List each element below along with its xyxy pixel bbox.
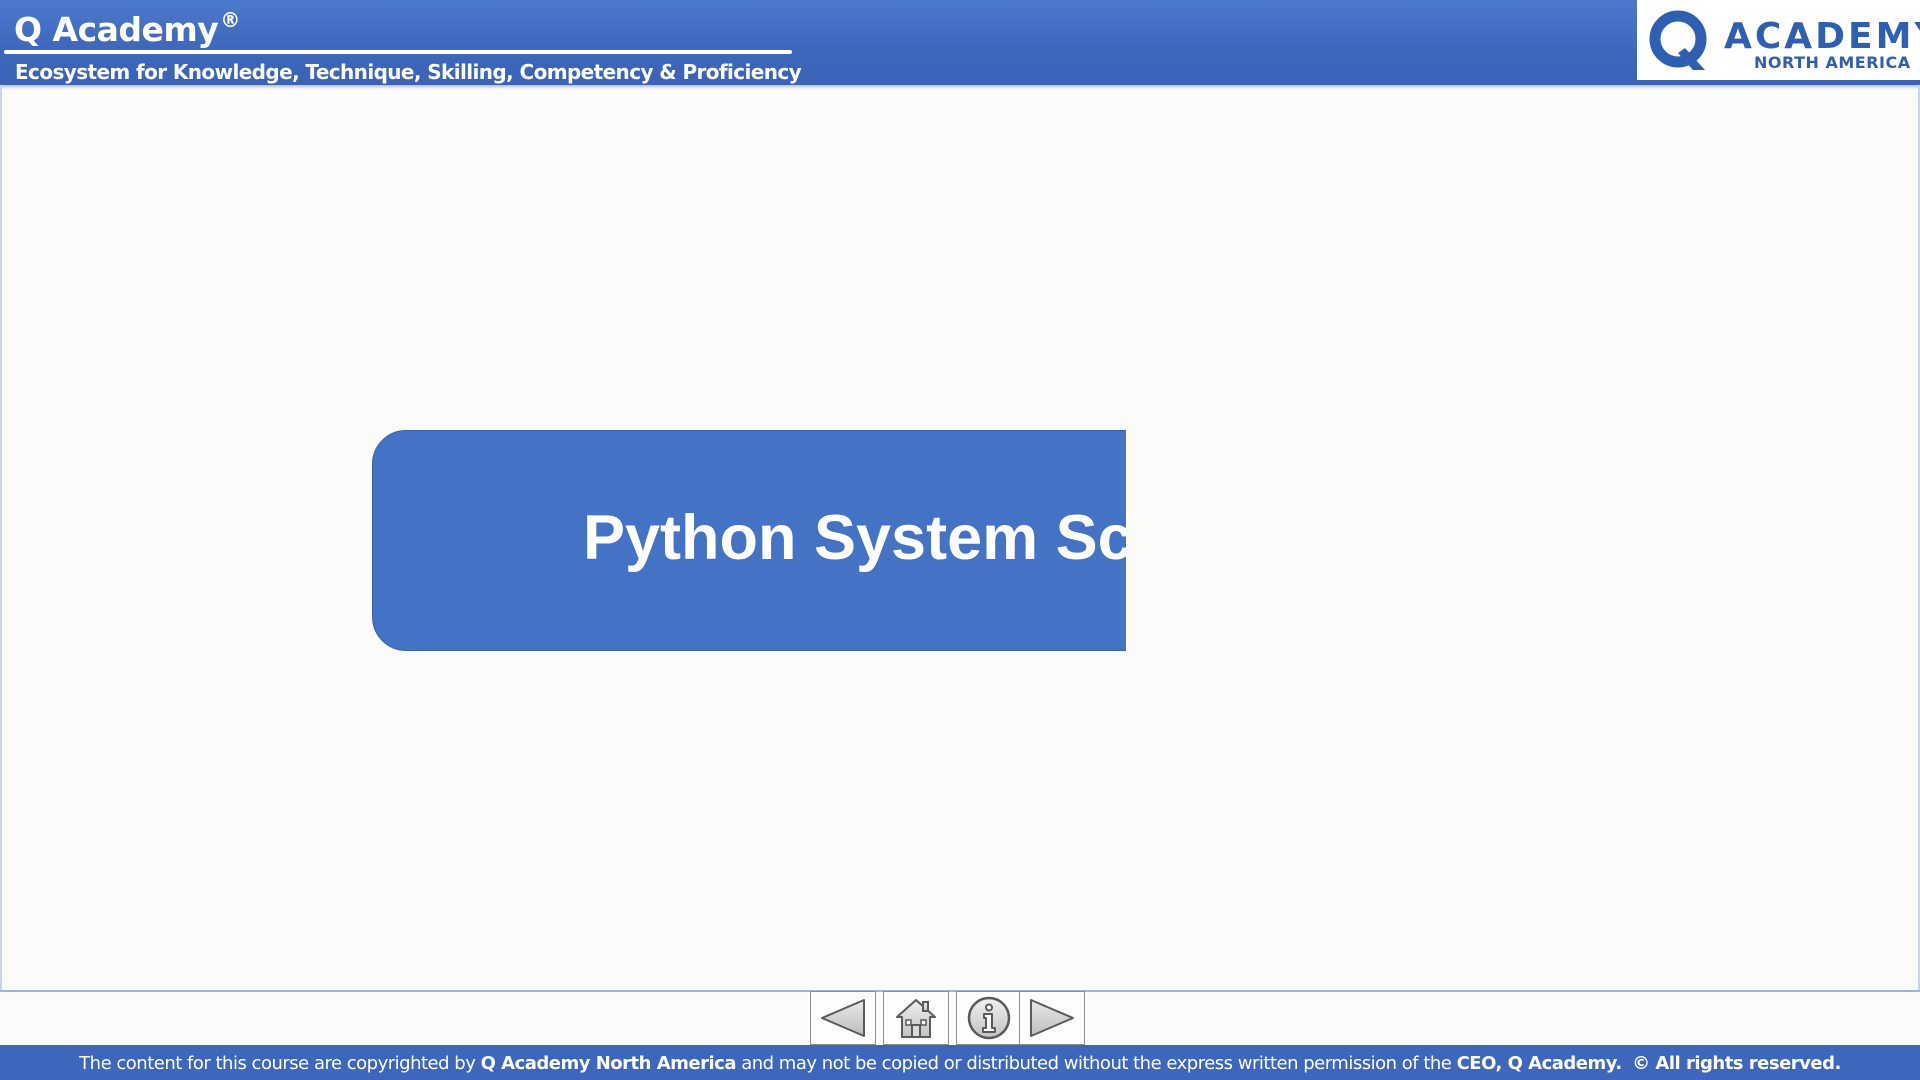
- brand-tagline: Ecosystem for Knowledge, Technique, Skil…: [15, 60, 802, 84]
- logo-subtitle: NORTH AMERICA: [1754, 53, 1911, 72]
- title-banner-shape: Python System Sc: [372, 430, 1126, 651]
- content-left-border: [0, 85, 2, 990]
- copyright-text-2: and may not be copied or distributed wit…: [736, 1053, 1457, 1074]
- brand-underline: [4, 50, 792, 54]
- triangle-left-icon: [821, 999, 865, 1037]
- registered-mark: ®: [220, 8, 240, 32]
- copyright-rights: © All rights reserved.: [1632, 1053, 1841, 1074]
- copyright-ceo: CEO, Q Academy.: [1456, 1053, 1623, 1074]
- brand-title-text: Q Academy: [14, 10, 219, 49]
- info-button[interactable]: [956, 991, 1022, 1045]
- copyright-footer: The content for this course are copyrigh…: [0, 1045, 1920, 1080]
- copyright-owner: Q Academy North America: [480, 1053, 737, 1074]
- next-button[interactable]: [1019, 991, 1085, 1045]
- copyright-notice: The content for this course are copyrigh…: [0, 1053, 1920, 1074]
- triangle-right-icon: [1030, 999, 1074, 1037]
- academy-logo: ACADEMY NORTH AMERICA: [1637, 0, 1920, 80]
- header-bar: Q Academy ® Ecosystem for Knowledge, Tech…: [0, 0, 1920, 85]
- copyright-text-1: The content for this course are copyrigh…: [79, 1053, 481, 1074]
- slide-navigation: [810, 991, 1090, 1045]
- logo-wordmark: ACADEMY: [1724, 16, 1920, 57]
- info-icon: [967, 996, 1011, 1040]
- brand-title: Q Academy ®: [14, 8, 240, 49]
- banner-title: Python System Sc: [583, 503, 1126, 573]
- title-banner: Python System Sc: [372, 430, 1126, 651]
- q-logo-icon: [1649, 10, 1707, 70]
- previous-button[interactable]: [810, 991, 876, 1045]
- home-icon: [896, 999, 936, 1038]
- home-button[interactable]: [883, 991, 949, 1045]
